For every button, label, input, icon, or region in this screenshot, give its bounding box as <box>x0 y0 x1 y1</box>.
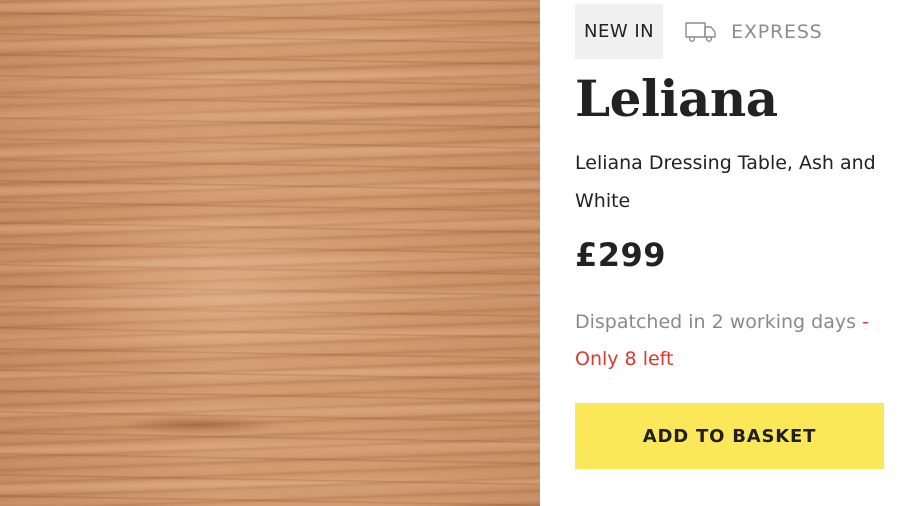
product-name: Leliana <box>575 69 778 128</box>
express-label: EXPRESS <box>731 20 823 43</box>
express-tag: EXPRESS <box>685 21 822 43</box>
product-description: Leliana Dressing Table, Ash and White <box>575 152 876 212</box>
product-tags: NEW IN EXPRESS <box>575 4 823 59</box>
delivery-truck-icon <box>685 21 716 42</box>
stock-warning: Only 8 left <box>575 348 674 370</box>
add-to-basket-button[interactable]: ADD TO BASKET <box>575 403 884 469</box>
product-info: NEW IN EXPRESS Leliana Leliana Dressing … <box>575 0 895 506</box>
stock-separator: - <box>855 311 869 333</box>
product-price: £299 <box>575 236 667 274</box>
new-in-badge: NEW IN <box>575 4 664 59</box>
dispatch-text: Dispatched in 2 working days <box>575 311 856 333</box>
dispatch-info: Dispatched in 2 working days - Only 8 le… <box>575 304 885 378</box>
product-image <box>0 0 540 506</box>
